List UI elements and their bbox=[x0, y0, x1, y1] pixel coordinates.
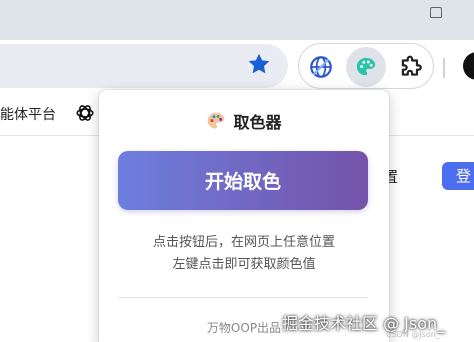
color-picker-popup: 取色器 开始取色 点击按钮后，在网页上任意位置 左键点击即可获取颜色值 万物OO… bbox=[99, 90, 389, 342]
instruction-line-1: 点击按钮后，在网页上任意位置 bbox=[152, 235, 335, 250]
palette-icon bbox=[356, 57, 376, 76]
popup-divider bbox=[118, 297, 368, 298]
start-pick-color-button[interactable]: 开始取色 bbox=[118, 151, 368, 210]
toolbar-divider bbox=[443, 58, 445, 78]
browser-toolbar bbox=[0, 40, 474, 90]
window-titlebar bbox=[0, 0, 474, 40]
bookmark-star-icon[interactable] bbox=[246, 51, 272, 77]
bookmark-item-platform[interactable]: 能体平台 bbox=[0, 104, 56, 124]
translate-extension-icon[interactable] bbox=[308, 54, 334, 80]
address-bar[interactable] bbox=[0, 44, 288, 88]
extensions-puzzle-icon[interactable] bbox=[398, 54, 424, 80]
watermark-sub-text: CSDN @Json_ bbox=[386, 330, 440, 339]
window-restore-icon[interactable] bbox=[430, 7, 442, 18]
instruction-line-2: 左键点击即可获取颜色值 bbox=[172, 257, 316, 272]
openai-icon[interactable] bbox=[74, 102, 96, 124]
popup-title: 取色器 bbox=[233, 113, 282, 132]
profile-avatar[interactable] bbox=[463, 52, 474, 80]
popup-header: 取色器 bbox=[99, 108, 389, 134]
page-login-button[interactable]: 登 bbox=[442, 162, 474, 190]
palette-icon bbox=[208, 112, 225, 129]
